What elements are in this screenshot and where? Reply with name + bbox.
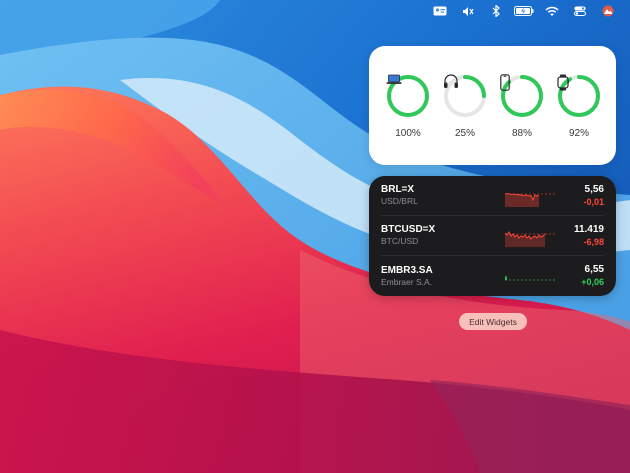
battery-percent-label: 25% xyxy=(454,128,475,139)
control-center-icon[interactable] xyxy=(566,1,594,21)
stock-quote: 11.419 -6,98 xyxy=(555,224,604,248)
battery-item-laptop: 100% xyxy=(383,74,433,165)
laptop-icon xyxy=(386,74,430,118)
id-card-icon[interactable] xyxy=(426,1,454,21)
wifi-icon[interactable] xyxy=(538,1,566,21)
stock-row[interactable]: BTCUSD=X BTC/USD 11.419 -6,98 xyxy=(381,216,604,256)
stock-price: 6,55 xyxy=(584,264,604,275)
stock-symbol: BTCUSD=X xyxy=(381,224,436,235)
battery-percent-label: 88% xyxy=(511,128,532,139)
battery-item-headphones: 25% xyxy=(440,74,490,165)
bluetooth-icon[interactable] xyxy=(482,1,510,21)
stock-name: BTC/USD xyxy=(381,236,419,246)
stock-sparkline xyxy=(505,192,555,207)
stock-symbol: BRL=X xyxy=(381,184,415,195)
stock-change: -0,01 xyxy=(583,196,604,207)
stock-info: BRL=X USD/BRL xyxy=(381,184,499,207)
stock-row[interactable]: EMBR3.SA Embraer S.A. 6,55 +0,06 xyxy=(381,256,604,296)
stock-name: USD/BRL xyxy=(381,196,418,206)
stock-quote: 5,56 -0,01 xyxy=(555,184,604,208)
watch-icon xyxy=(557,74,601,118)
stock-quote: 6,55 +0,06 xyxy=(555,264,604,288)
battery-percent-label: 100% xyxy=(395,128,421,139)
battery-ring xyxy=(500,74,544,118)
stock-info: BTCUSD=X BTC/USD xyxy=(381,224,499,247)
stock-sparkline xyxy=(505,230,555,247)
stock-name: Embraer S.A. xyxy=(381,276,433,287)
headphones-icon xyxy=(443,74,487,118)
speaker-muted-icon[interactable] xyxy=(454,1,482,21)
stock-change: +0,06 xyxy=(581,277,604,287)
stock-row[interactable]: BRL=X USD/BRL 5,56 -0,01 xyxy=(381,176,604,216)
batteries-widget[interactable]: 100% 25% 88% 92% xyxy=(369,46,616,165)
battery-charging-icon[interactable] xyxy=(510,1,538,21)
stock-change: -6,98 xyxy=(583,236,604,247)
battery-item-iphone: 88% xyxy=(497,74,547,165)
iphone-icon xyxy=(500,74,544,118)
stock-price: 5,56 xyxy=(584,183,604,195)
edit-widgets-button[interactable]: Edit Widgets xyxy=(459,313,527,330)
battery-ring xyxy=(557,74,601,118)
stock-info: EMBR3.SA Embraer S.A. xyxy=(381,265,499,288)
stock-price: 11.419 xyxy=(573,223,604,235)
stock-sparkline xyxy=(505,275,555,281)
stock-symbol: EMBR3.SA xyxy=(381,264,433,276)
user-avatar-icon[interactable] xyxy=(594,1,622,21)
stocks-widget[interactable]: BRL=X USD/BRL 5,56 -0,01 BTCUSD=X BTC/US… xyxy=(369,176,616,296)
battery-item-watch: 92% xyxy=(554,74,604,165)
battery-percent-label: 92% xyxy=(568,128,589,139)
menu-bar xyxy=(0,0,630,22)
battery-ring xyxy=(386,74,430,118)
battery-ring xyxy=(443,74,487,118)
